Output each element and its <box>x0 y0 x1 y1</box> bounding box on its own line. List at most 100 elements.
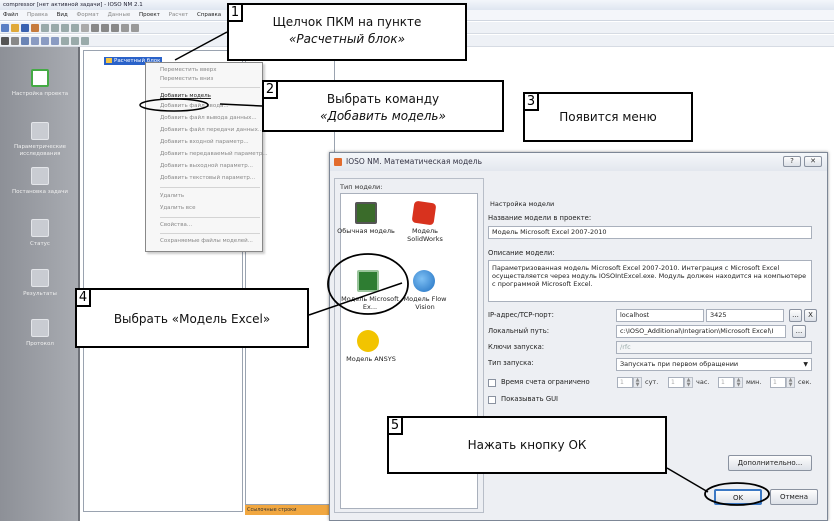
left-navigation-panel: Настройка проекта Параметрические исслед… <box>0 47 80 521</box>
local-path-field[interactable]: c:\IOSO_Additional\Integration\Microsoft… <box>616 325 786 338</box>
undo-icon[interactable] <box>41 24 49 32</box>
days-spinner[interactable]: 1 <box>617 377 633 388</box>
filter-icon[interactable] <box>61 37 69 45</box>
ctx-add-model[interactable]: Добавить модель <box>160 93 211 99</box>
ctx-add-transfer-param[interactable]: Добавить передаваемый параметр... <box>160 151 268 157</box>
hours-spinner[interactable]: 1 <box>668 377 684 388</box>
cut-icon[interactable] <box>51 24 59 32</box>
menu-format[interactable]: Формат <box>77 12 99 18</box>
callout-2: Выбрать команду «Добавить модель» <box>262 80 504 132</box>
spinner-arrows-icon[interactable]: ▲ ▼ <box>734 377 743 388</box>
menu-project[interactable]: Проект <box>139 12 160 18</box>
model-type-label: Тип модели: <box>340 183 383 191</box>
menu-edit[interactable]: Правка <box>27 12 48 18</box>
table-icon[interactable] <box>31 37 39 45</box>
paste-icon[interactable] <box>71 24 79 32</box>
description-label: Описание модели: <box>488 249 555 257</box>
menu-calc[interactable]: Расчет <box>169 12 189 18</box>
ansys-icon[interactable] <box>357 330 379 352</box>
cancel-button[interactable]: Отмена <box>770 489 818 505</box>
excel-icon[interactable] <box>357 270 379 292</box>
launch-keys-field[interactable]: /rfc <box>616 341 812 354</box>
callout-1-line2: «Расчетный блок» <box>288 32 406 46</box>
model-type-label-regular[interactable]: Обычная модель <box>336 227 396 236</box>
nav-label: Статус <box>30 241 50 247</box>
copy-icon[interactable] <box>61 24 69 32</box>
report-icon[interactable] <box>51 37 59 45</box>
model-type-label-solidworks[interactable]: Модель SolidWorks <box>395 227 455 243</box>
stop-icon[interactable] <box>111 24 119 32</box>
launch-type-select[interactable]: Запускать при первом обращении ▼ <box>616 358 812 371</box>
ctx-add-text-param[interactable]: Добавить текстовый параметр... <box>160 175 255 181</box>
tool-icon[interactable] <box>71 37 79 45</box>
nav-parametric-studies[interactable]: Параметрические исследования <box>0 122 80 158</box>
delete-icon[interactable] <box>81 24 89 32</box>
spinner-arrows-icon[interactable]: ▲ ▼ <box>633 377 642 388</box>
nav-task-setup[interactable]: Постановка задачи <box>0 167 80 196</box>
ok-button[interactable]: OK <box>714 489 762 505</box>
ctx-add-output-file[interactable]: Добавить файл вывода данных... <box>160 115 257 121</box>
binoculars-icon[interactable] <box>1 37 9 45</box>
browse-button[interactable]: ... <box>789 309 802 322</box>
step-icon[interactable] <box>101 24 109 32</box>
ctx-move-up[interactable]: Переместить вверх <box>160 67 217 73</box>
seconds-spinner[interactable]: 1 <box>770 377 786 388</box>
folder-icon <box>106 58 112 63</box>
calculator-icon[interactable] <box>355 202 377 224</box>
save-icon[interactable] <box>21 24 29 32</box>
nav-results[interactable]: Результаты <box>0 269 80 298</box>
local-browse-button[interactable]: ... <box>792 325 806 338</box>
nav-protocol[interactable]: Протокол <box>0 319 80 348</box>
menu-help[interactable]: Справка <box>197 12 221 18</box>
sort-asc-icon[interactable] <box>121 24 129 32</box>
close-button[interactable]: ✕ <box>804 156 822 167</box>
spinner-arrows-icon[interactable]: ▲ ▼ <box>786 377 795 388</box>
advanced-button[interactable]: Дополнительно... <box>728 455 812 471</box>
sort-desc-icon[interactable] <box>131 24 139 32</box>
grid-icon[interactable] <box>21 37 29 45</box>
time-limit-checkbox[interactable] <box>488 379 496 387</box>
ctx-delete[interactable]: Удалить <box>160 193 184 199</box>
ctx-move-down[interactable]: Переместить вниз <box>160 76 213 82</box>
ctx-delete-all[interactable]: Удалить все <box>160 205 195 211</box>
name-field[interactable]: Модель Microsoft Excel 2007-2010 <box>488 226 812 239</box>
description-field[interactable]: Параметризованная модель Microsoft Excel… <box>488 260 812 302</box>
model-type-label-flowvision[interactable]: Модель Flow Vision <box>395 295 455 311</box>
project-settings-icon <box>31 69 49 87</box>
nav-status[interactable]: Статус <box>0 219 80 248</box>
show-gui-checkbox[interactable] <box>488 396 496 404</box>
ctx-add-output-param[interactable]: Добавить выходной параметр... <box>160 163 253 169</box>
dialog-title-bar[interactable]: IOSO NM. Математическая модель <box>330 153 827 171</box>
time-limit-label: Время счета ограничено <box>501 378 590 386</box>
model-type-label-excel[interactable]: Модель Microsoft Ex... <box>339 295 401 311</box>
dialog-title: IOSO NM. Математическая модель <box>346 157 483 166</box>
port-field[interactable]: 3425 <box>706 309 784 322</box>
settings-group-title: Настройка модели <box>490 200 555 208</box>
nav-project-settings[interactable]: Настройка проекта <box>0 69 80 98</box>
minutes-spinner[interactable]: 1 <box>718 377 734 388</box>
status-icon <box>31 219 49 237</box>
open-folder-icon[interactable] <box>11 24 19 32</box>
menu-view[interactable]: Вид <box>57 12 68 18</box>
help-button[interactable]: ? <box>783 156 801 167</box>
name-label: Название модели в проекте: <box>488 214 592 222</box>
settings-icon[interactable] <box>31 24 39 32</box>
chart-icon[interactable] <box>41 37 49 45</box>
print-icon[interactable] <box>81 37 89 45</box>
play-icon[interactable] <box>91 24 99 32</box>
solidworks-icon[interactable] <box>411 200 437 226</box>
new-file-icon[interactable] <box>1 24 9 32</box>
menu-file[interactable]: Файл <box>3 12 18 18</box>
ctx-properties[interactable]: Свойства... <box>160 222 192 228</box>
clear-button[interactable]: X <box>804 309 817 322</box>
spinner-arrows-icon[interactable]: ▲ ▼ <box>684 377 693 388</box>
ctx-add-input-file[interactable]: Добавить файл ввода... <box>160 103 229 109</box>
menu-data[interactable]: Данные <box>108 12 131 18</box>
home-icon[interactable] <box>11 37 19 45</box>
model-type-label-ansys[interactable]: Модель ANSYS <box>341 355 401 364</box>
ctx-saved-model-files[interactable]: Сохраняемые файлы моделей... <box>160 238 253 244</box>
ip-field[interactable]: localhost <box>616 309 704 322</box>
flowvision-icon[interactable] <box>413 270 435 292</box>
ctx-add-input-param[interactable]: Добавить входной параметр... <box>160 139 249 145</box>
ctx-add-transfer-file[interactable]: Добавить файл передачи данных... <box>160 127 263 133</box>
